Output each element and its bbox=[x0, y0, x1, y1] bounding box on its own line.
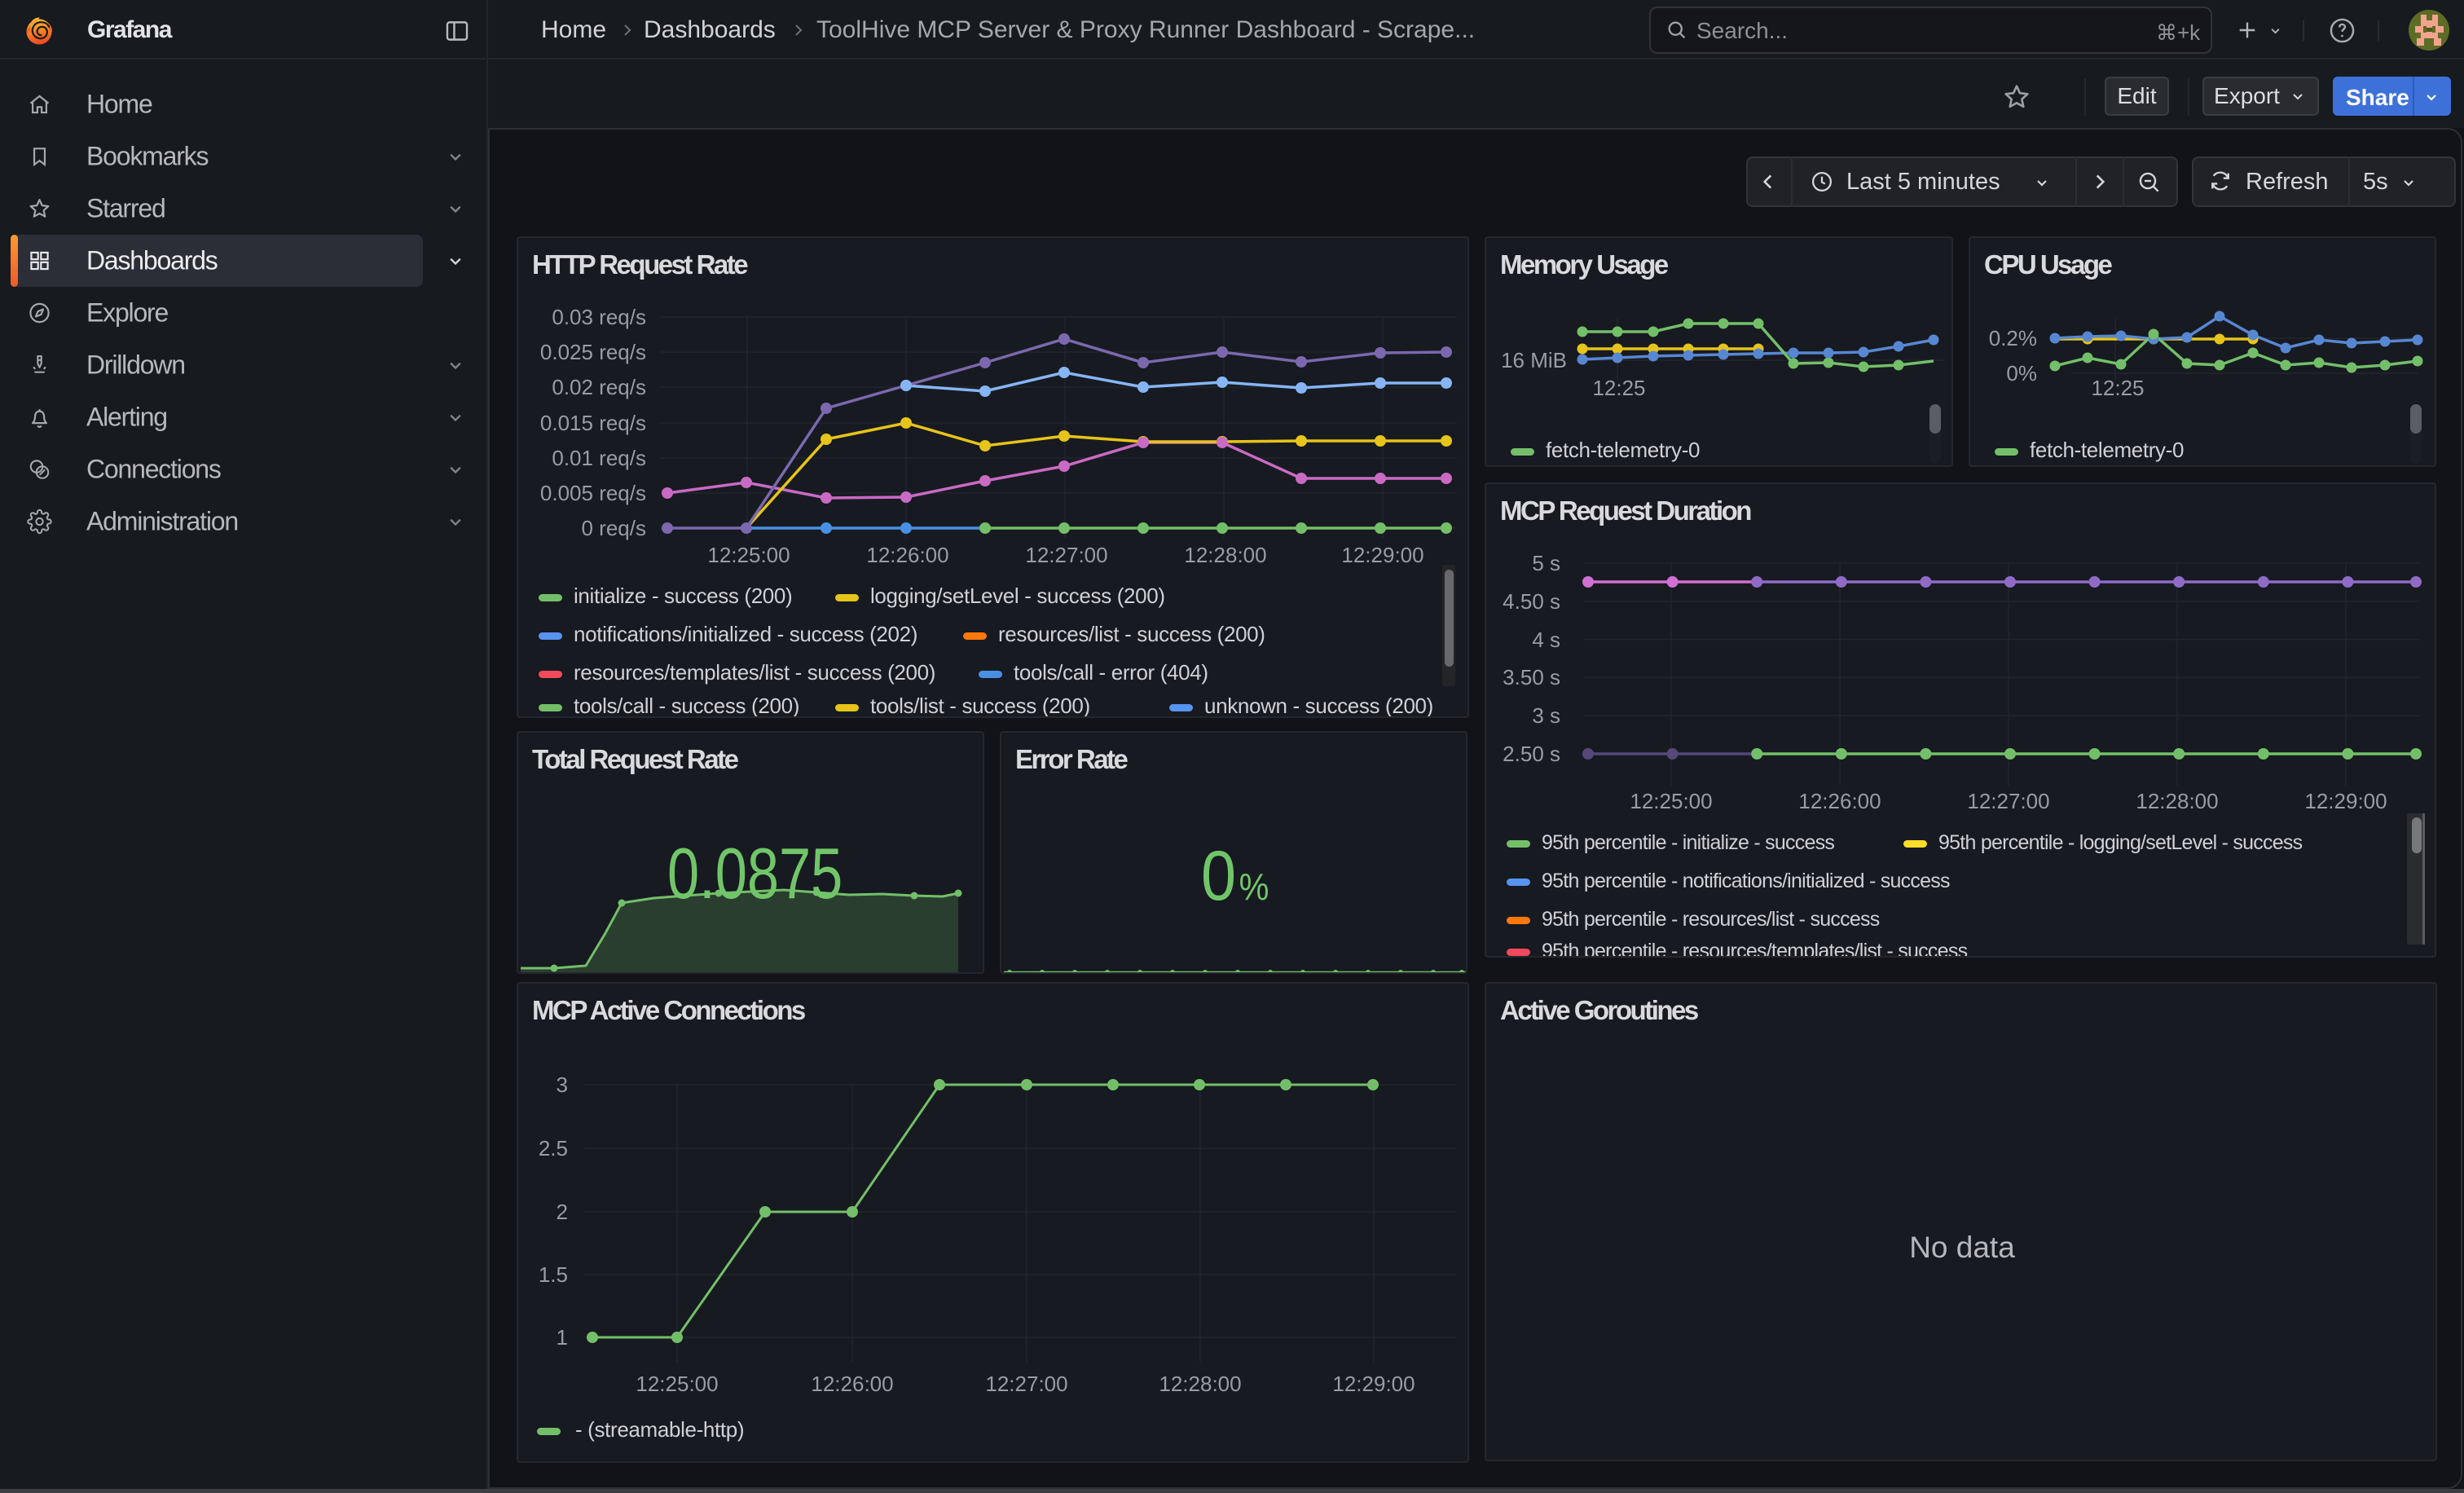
svg-text:12:27:00: 12:27:00 bbox=[985, 1372, 1067, 1396]
svg-text:0.015 req/s: 0.015 req/s bbox=[540, 411, 646, 435]
svg-text:0.03 req/s: 0.03 req/s bbox=[552, 305, 646, 329]
svg-text:3.50 s: 3.50 s bbox=[1503, 665, 1560, 689]
svg-text:12:26:00: 12:26:00 bbox=[866, 543, 948, 567]
svg-text:1.5: 1.5 bbox=[539, 1262, 568, 1287]
svg-text:12:25:00: 12:25:00 bbox=[707, 543, 790, 567]
svg-text:0.2%: 0.2% bbox=[1989, 326, 2037, 350]
svg-text:4.50 s: 4.50 s bbox=[1503, 589, 1560, 614]
svg-text:12:25:00: 12:25:00 bbox=[1630, 789, 1712, 813]
svg-text:2.5: 2.5 bbox=[539, 1136, 568, 1160]
svg-text:0%: 0% bbox=[2006, 361, 2037, 385]
svg-text:0.02 req/s: 0.02 req/s bbox=[552, 375, 646, 399]
svg-text:4 s: 4 s bbox=[1532, 628, 1560, 652]
svg-text:3 s: 3 s bbox=[1532, 703, 1560, 728]
svg-text:12:25:00: 12:25:00 bbox=[636, 1372, 718, 1396]
svg-text:1: 1 bbox=[557, 1325, 568, 1350]
svg-text:2: 2 bbox=[557, 1200, 568, 1224]
svg-text:3: 3 bbox=[557, 1072, 568, 1097]
svg-text:12:27:00: 12:27:00 bbox=[1967, 789, 2049, 813]
svg-text:12:26:00: 12:26:00 bbox=[1798, 789, 1881, 813]
svg-text:12:28:00: 12:28:00 bbox=[1184, 543, 1266, 567]
svg-text:12:29:00: 12:29:00 bbox=[2304, 789, 2387, 813]
svg-text:0 req/s: 0 req/s bbox=[582, 516, 647, 540]
svg-text:12:26:00: 12:26:00 bbox=[811, 1372, 893, 1396]
svg-text:2.50 s: 2.50 s bbox=[1503, 742, 1560, 766]
svg-text:12:29:00: 12:29:00 bbox=[1332, 1372, 1415, 1396]
svg-text:0.025 req/s: 0.025 req/s bbox=[540, 340, 646, 364]
svg-text:0.01 req/s: 0.01 req/s bbox=[552, 446, 646, 470]
svg-text:12:28:00: 12:28:00 bbox=[2136, 789, 2218, 813]
svg-text:5 s: 5 s bbox=[1532, 551, 1560, 575]
svg-text:12:25: 12:25 bbox=[2091, 376, 2144, 400]
svg-text:12:27:00: 12:27:00 bbox=[1025, 543, 1107, 567]
svg-text:12:25: 12:25 bbox=[1592, 376, 1645, 400]
svg-text:12:28:00: 12:28:00 bbox=[1159, 1372, 1241, 1396]
svg-text:0.005 req/s: 0.005 req/s bbox=[540, 481, 646, 505]
svg-text:12:29:00: 12:29:00 bbox=[1341, 543, 1423, 567]
svg-text:16 MiB: 16 MiB bbox=[1501, 348, 1567, 372]
